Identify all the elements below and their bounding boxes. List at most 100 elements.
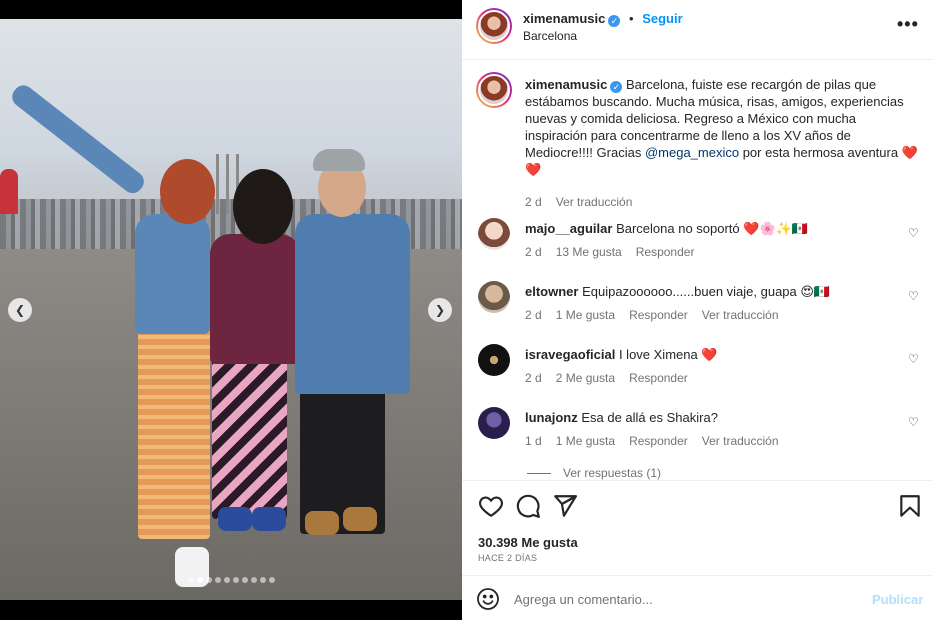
person-head — [233, 169, 293, 244]
add-comment-bar: Publicar — [462, 577, 933, 620]
person-legs — [212, 354, 287, 519]
carousel-dot — [268, 577, 275, 583]
heart-outline-icon[interactable]: ♡ — [908, 226, 919, 240]
comment-time[interactable]: 2 d — [525, 371, 542, 385]
translate-link[interactable]: Ver traducción — [702, 434, 779, 448]
comment-time[interactable]: 1 d — [525, 434, 542, 448]
location-link[interactable]: Barcelona — [523, 29, 577, 43]
person-legs — [138, 319, 210, 539]
caption-username[interactable]: ximenamusic — [525, 77, 607, 92]
post-date[interactable]: HACE 2 DÍAS — [478, 553, 537, 563]
translate-link[interactable]: Ver traducción — [556, 195, 633, 209]
caption-meta: 2 d Ver traducción — [525, 195, 632, 209]
avatar[interactable] — [476, 8, 512, 44]
person-body — [295, 214, 410, 394]
reply-button[interactable]: Responder — [629, 434, 688, 448]
comment-username[interactable]: lunajonz — [525, 410, 578, 425]
divider — [527, 472, 551, 474]
person-shoe — [252, 507, 286, 531]
avatar[interactable] — [478, 218, 510, 250]
carousel-dot — [214, 577, 221, 583]
reply-button[interactable]: Responder — [629, 308, 688, 322]
comment-likes[interactable]: 1 Me gusta — [556, 308, 615, 322]
username[interactable]: ximenamusic — [523, 11, 605, 26]
person-body — [135, 214, 210, 334]
chevron-left-icon: ❮ — [14, 303, 26, 317]
like-button[interactable] — [478, 493, 504, 519]
comment-item: lunajonz Esa de allá es Shakira? 1 d 1 M… — [476, 407, 926, 462]
view-replies-button[interactable]: Ver respuestas (1) — [527, 466, 661, 480]
comment-meta: 2 d 2 Me gusta Responder — [525, 371, 688, 385]
background-pole — [226, 154, 229, 214]
comment-input[interactable] — [514, 588, 854, 610]
caption-body-end: por esta hermosa aventura — [742, 145, 899, 160]
comment-text: Barcelona no soportó ❤️🌸✨🇲🇽 — [616, 221, 809, 236]
heart-outline-icon[interactable]: ♡ — [908, 289, 919, 303]
carousel-dot — [250, 577, 257, 583]
comment-meta: 1 d 1 Me gusta Responder Ver traducción — [525, 434, 779, 448]
more-options-button[interactable]: ••• — [897, 14, 919, 35]
carousel-dot — [259, 577, 266, 583]
follow-button[interactable]: Seguir — [642, 11, 682, 26]
comment-time[interactable]: 2 d — [525, 308, 542, 322]
carousel-dot — [241, 577, 248, 583]
carousel-dot — [223, 577, 230, 583]
person-shoe — [305, 511, 339, 535]
verified-badge-icon: ✓ — [610, 81, 623, 93]
person-body — [210, 234, 300, 364]
avatar[interactable] — [478, 407, 510, 439]
avatar[interactable] — [478, 281, 510, 313]
comment-text-row: majo__aguilar Barcelona no soportó ❤️🌸✨🇲… — [525, 221, 808, 237]
carousel-prev-button[interactable]: ❮ — [8, 298, 32, 322]
comment-text: Esa de allá es Shakira? — [581, 410, 718, 425]
comment-likes[interactable]: 13 Me gusta — [556, 245, 622, 259]
post-photo — [0, 19, 462, 600]
avatar[interactable] — [478, 344, 510, 376]
emoji-button[interactable] — [476, 587, 500, 611]
comment-username[interactable]: isravegaoficial — [525, 347, 615, 362]
comment-likes[interactable]: 2 Me gusta — [556, 371, 615, 385]
comment-text-row: isravegaoficial I love Ximena ❤️ — [525, 347, 718, 363]
likes-count[interactable]: 30.398 Me gusta — [478, 535, 578, 550]
carousel-indicator — [0, 577, 462, 583]
person-cap — [313, 149, 365, 171]
comment-item: eltowner Equipazoooooo......buen viaje, … — [476, 281, 926, 336]
mention-link[interactable]: @mega_mexico — [645, 145, 739, 160]
comments-list[interactable]: ximenamusic ✓ Barcelona, fuiste ese recar… — [462, 60, 933, 480]
comment-username[interactable]: majo__aguilar — [525, 221, 612, 236]
comment-time[interactable]: 2 d — [525, 245, 542, 259]
carousel-dot — [205, 577, 212, 583]
translate-link[interactable]: Ver traducción — [702, 308, 779, 322]
background-tent — [0, 169, 18, 214]
comment-username[interactable]: eltowner — [525, 284, 578, 299]
comment-item: isravegaoficial I love Ximena ❤️ 2 d 2 M… — [476, 344, 926, 399]
carousel-dot — [196, 577, 203, 583]
reply-button[interactable]: Responder — [636, 245, 695, 259]
post-comment-button[interactable]: Publicar — [872, 592, 923, 607]
comment-text-row: eltowner Equipazoooooo......buen viaje, … — [525, 284, 830, 300]
comment-meta: 2 d 13 Me gusta Responder — [525, 245, 694, 259]
post-media: ❮ ❯ — [0, 0, 462, 620]
reply-button[interactable]: Responder — [629, 371, 688, 385]
bookmark-icon — [900, 495, 920, 517]
comment-likes[interactable]: 1 Me gusta — [556, 434, 615, 448]
post-actions: 30.398 Me gusta HACE 2 DÍAS — [462, 480, 933, 576]
comment-text: Equipazoooooo......buen viaje, guapa 😍🇲🇽 — [582, 284, 831, 299]
paper-plane-icon — [554, 495, 577, 517]
caption-text: ximenamusic ✓ Barcelona, fuiste ese recar… — [525, 76, 920, 178]
save-button[interactable] — [897, 493, 923, 519]
view-replies-label: Ver respuestas (1) — [563, 466, 662, 480]
heart-outline-icon[interactable]: ♡ — [908, 415, 919, 429]
caption-time[interactable]: 2 d — [525, 195, 542, 209]
avatar[interactable] — [476, 72, 512, 108]
comment-meta: 2 d 1 Me gusta Responder Ver traducción — [525, 308, 779, 322]
carousel-next-button[interactable]: ❯ — [428, 298, 452, 322]
comment-button[interactable] — [515, 493, 541, 519]
carousel-dot — [187, 577, 194, 583]
more-horizontal-icon: ••• — [897, 14, 919, 34]
comment-text-row: lunajonz Esa de allá es Shakira? — [525, 410, 718, 425]
heart-outline-icon[interactable]: ♡ — [908, 352, 919, 366]
share-button[interactable] — [552, 493, 578, 519]
comment-bubble-icon — [516, 494, 540, 518]
chevron-right-icon: ❯ — [434, 303, 446, 317]
